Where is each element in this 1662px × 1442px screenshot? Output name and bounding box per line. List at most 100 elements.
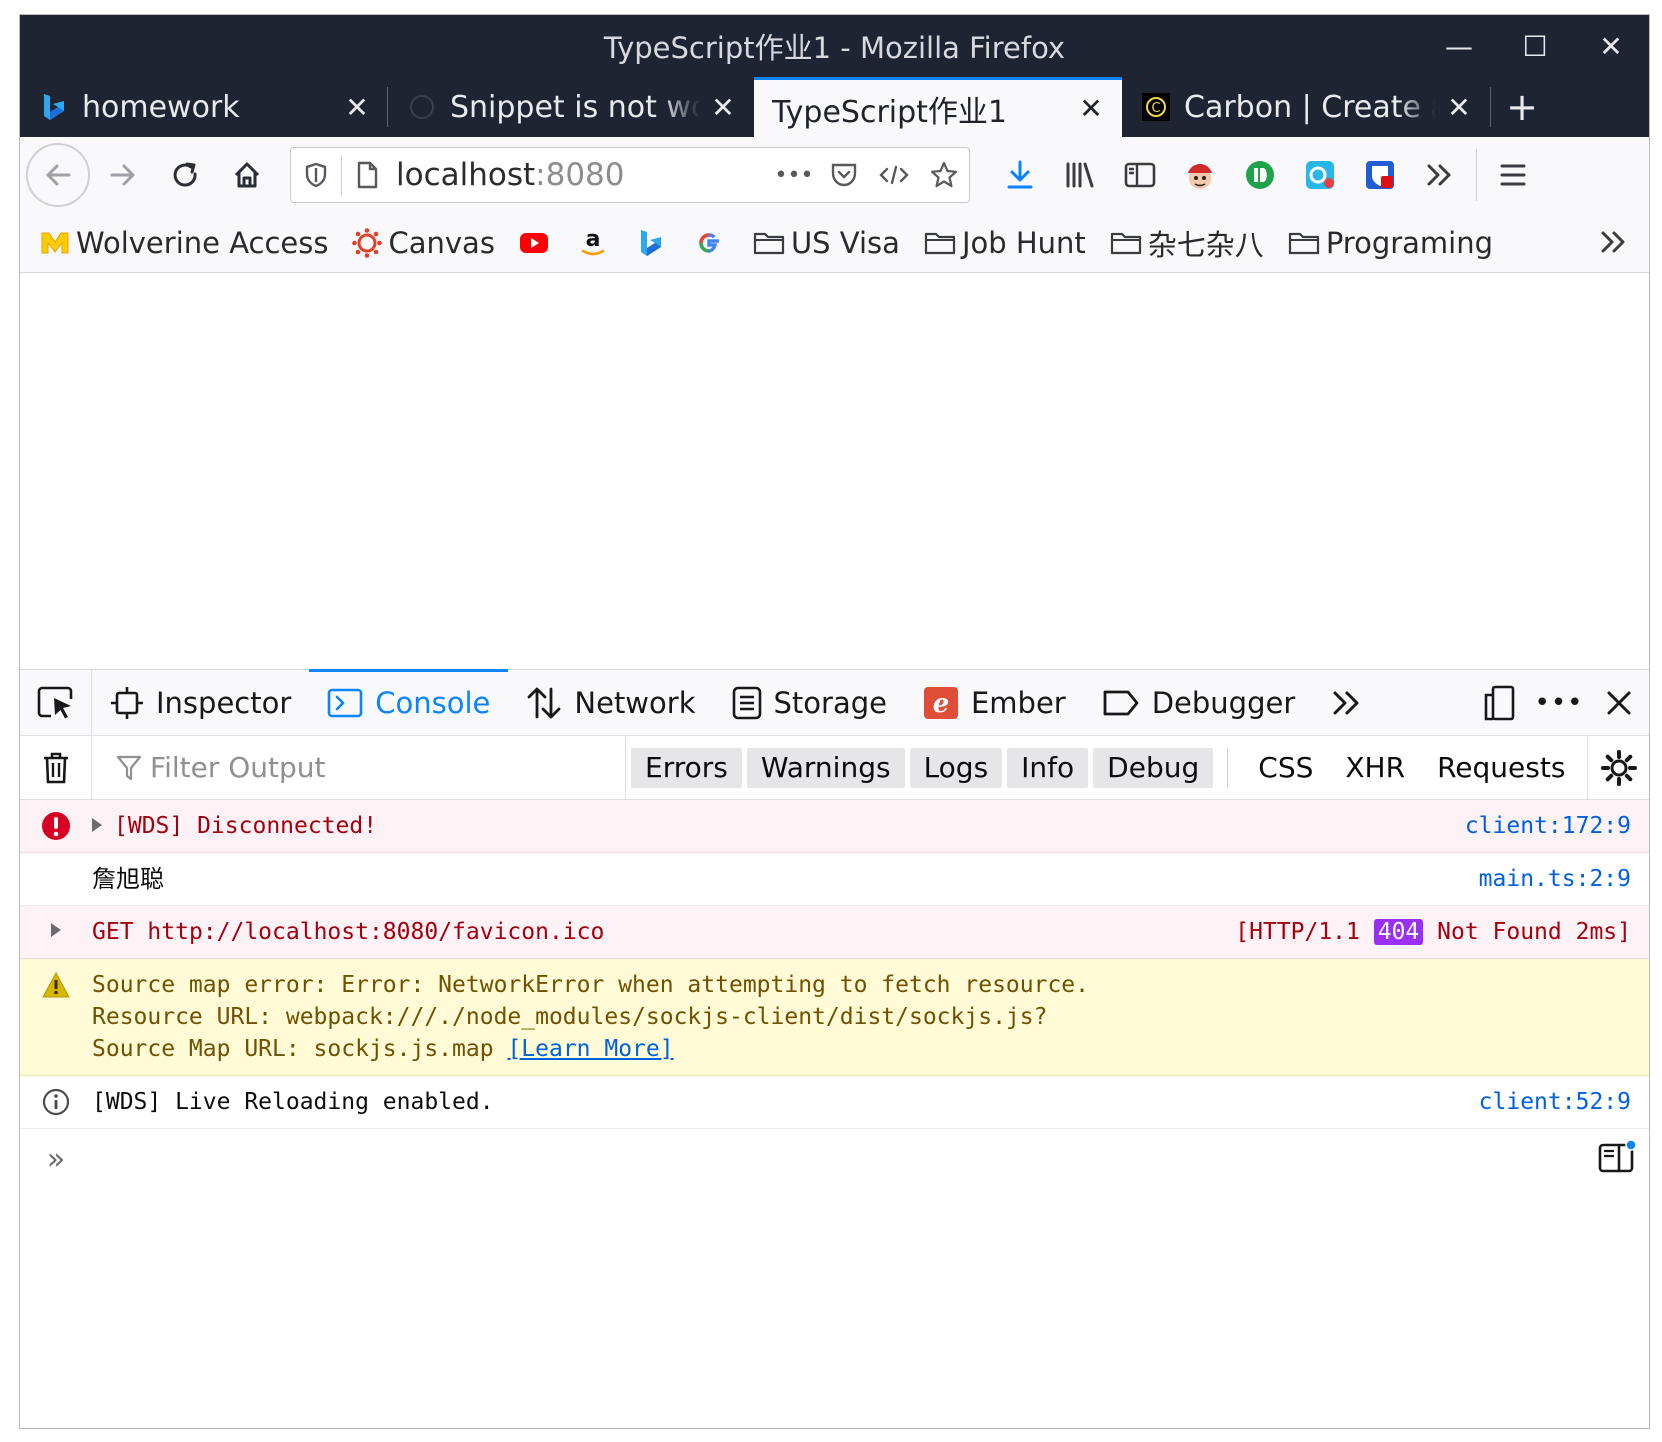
close-tab-icon[interactable]: ✕ bbox=[340, 91, 374, 124]
bookmark-label: US Visa bbox=[790, 225, 900, 260]
menu-hamburger-icon[interactable] bbox=[1483, 145, 1543, 205]
extension-green-icon[interactable] bbox=[1230, 145, 1290, 205]
console-message-network[interactable]: GET http://localhost:8080/favicon.ico [H… bbox=[20, 906, 1649, 959]
devtools-tab-bar: Inspector Console Network Storage e Embe… bbox=[20, 669, 1649, 736]
window-title: TypeScript作业1 - Mozilla Firefox bbox=[603, 31, 1066, 65]
home-icon bbox=[234, 162, 260, 188]
bookmarks-overflow-chevron-icon[interactable] bbox=[1599, 225, 1629, 263]
window-controls: — ☐ ✕ bbox=[1421, 15, 1649, 77]
bookmark-folder-us-visa[interactable]: US Visa bbox=[753, 226, 900, 260]
bing-icon bbox=[38, 91, 70, 123]
bookmark-youtube[interactable] bbox=[519, 232, 555, 254]
back-button[interactable] bbox=[26, 143, 90, 207]
close-tab-icon[interactable]: ✕ bbox=[1074, 92, 1108, 125]
devtools-panel: Inspector Console Network Storage e Embe… bbox=[20, 669, 1649, 1428]
request-url[interactable]: http://localhost:8080/favicon.ico bbox=[147, 919, 604, 945]
youtube-icon bbox=[519, 232, 549, 254]
tab-snippet[interactable]: Snippet is not working ✕ bbox=[388, 77, 754, 137]
devtools-more-tabs-chevron-icon[interactable] bbox=[1313, 670, 1381, 735]
filter-info-button[interactable]: Info bbox=[1007, 747, 1089, 788]
bookmark-label: Wolverine Access bbox=[76, 225, 329, 260]
console-settings-gear-icon[interactable] bbox=[1587, 736, 1649, 799]
extension-bitwarden-icon[interactable] bbox=[1350, 145, 1410, 205]
page-actions-icon[interactable]: ••• bbox=[769, 163, 819, 188]
tab-typescript[interactable]: TypeScript作业1 ✕ bbox=[754, 77, 1122, 137]
console-message-warning[interactable]: Source map error: Error: NetworkError wh… bbox=[20, 959, 1649, 1076]
console-sidebar-toggle-icon[interactable] bbox=[1597, 1139, 1637, 1179]
filter-warnings-button[interactable]: Warnings bbox=[746, 747, 905, 788]
close-window-button[interactable]: ✕ bbox=[1573, 15, 1649, 77]
console-input[interactable]: » bbox=[20, 1129, 1649, 1189]
bookmark-label: Canvas bbox=[388, 225, 495, 260]
tab-ember[interactable]: e Ember bbox=[905, 670, 1084, 735]
message-source-link[interactable]: client:172:9 bbox=[1465, 810, 1631, 842]
tab-label: TypeScript作业1 bbox=[772, 94, 1008, 130]
filter-errors-button[interactable]: Errors bbox=[631, 747, 742, 788]
responsive-design-icon[interactable] bbox=[1469, 673, 1529, 733]
forward-arrow-icon bbox=[110, 164, 135, 186]
url-text[interactable]: localhost:8080 bbox=[392, 157, 769, 193]
michigan-icon bbox=[40, 231, 70, 255]
overflow-chevron-icon[interactable] bbox=[1410, 145, 1470, 205]
downloads-icon[interactable] bbox=[990, 145, 1050, 205]
console-message-error[interactable]: [WDS] Disconnected! client:172:9 bbox=[20, 800, 1649, 853]
console-icon bbox=[327, 687, 363, 719]
expand-twisty-icon[interactable] bbox=[51, 923, 61, 937]
minimize-button[interactable]: — bbox=[1421, 15, 1497, 77]
console-message-info[interactable]: [WDS] Live Reloading enabled. client:52:… bbox=[20, 1076, 1649, 1129]
message-source-link[interactable]: client:52:9 bbox=[1479, 1086, 1631, 1118]
filter-xhr-button[interactable]: XHR bbox=[1329, 751, 1421, 784]
bookmark-canvas[interactable]: Canvas bbox=[352, 225, 495, 260]
new-tab-button[interactable]: + bbox=[1491, 77, 1553, 137]
extension-pirate-icon[interactable] bbox=[1170, 145, 1230, 205]
maximize-button[interactable]: ☐ bbox=[1497, 15, 1573, 77]
learn-more-link[interactable]: [Learn More] bbox=[507, 1036, 673, 1062]
reload-button[interactable] bbox=[154, 144, 216, 206]
home-button[interactable] bbox=[216, 144, 278, 206]
filter-css-button[interactable]: CSS bbox=[1242, 751, 1329, 784]
extension-translate-icon[interactable] bbox=[1290, 145, 1350, 205]
tab-console[interactable]: Console bbox=[309, 669, 509, 735]
filter-output-input[interactable]: Filter Output bbox=[92, 736, 626, 799]
reader-code-icon[interactable] bbox=[869, 165, 919, 185]
bookmark-amazon[interactable]: a bbox=[579, 228, 613, 258]
storage-icon bbox=[732, 686, 762, 720]
expand-twisty-icon[interactable] bbox=[92, 817, 102, 832]
bookmark-star-icon[interactable] bbox=[919, 160, 969, 190]
forward-button[interactable] bbox=[92, 144, 154, 206]
filter-debug-button[interactable]: Debug bbox=[1093, 747, 1214, 788]
tab-debugger[interactable]: Debugger bbox=[1084, 670, 1314, 735]
element-picker-icon[interactable] bbox=[20, 670, 92, 735]
console-message-log[interactable]: 詹旭聪 main.ts:2:9 bbox=[20, 853, 1649, 906]
bookmark-bing[interactable] bbox=[637, 228, 671, 258]
pocket-icon[interactable] bbox=[819, 162, 869, 188]
close-devtools-icon[interactable] bbox=[1589, 673, 1649, 733]
close-tab-icon[interactable]: ✕ bbox=[706, 91, 740, 124]
folder-icon bbox=[1110, 230, 1142, 256]
filter-logs-button[interactable]: Logs bbox=[909, 747, 1003, 788]
bookmark-folder-programing[interactable]: Programing bbox=[1288, 226, 1493, 260]
navigation-toolbar: localhost:8080 ••• bbox=[20, 137, 1649, 213]
library-icon[interactable] bbox=[1050, 145, 1110, 205]
page-info-icon[interactable] bbox=[342, 161, 392, 189]
bookmark-folder-job-hunt[interactable]: Job Hunt bbox=[924, 226, 1086, 260]
tab-inspector[interactable]: Inspector bbox=[92, 670, 309, 735]
message-source-link[interactable]: main.ts:2:9 bbox=[1479, 863, 1631, 895]
tab-carbon[interactable]: C Carbon | Create and share ✕ bbox=[1122, 77, 1490, 137]
clear-console-trash-icon[interactable] bbox=[20, 736, 92, 799]
sidebar-icon[interactable] bbox=[1110, 145, 1170, 205]
tab-homework[interactable]: homework ✕ bbox=[20, 77, 388, 137]
bookmark-wolverine-access[interactable]: Wolverine Access bbox=[40, 226, 328, 260]
request-method: GET bbox=[92, 919, 134, 945]
tab-network[interactable]: Network bbox=[508, 670, 713, 735]
close-tab-icon[interactable]: ✕ bbox=[1442, 91, 1476, 124]
carbon-icon: C bbox=[1140, 91, 1172, 123]
console-filter-bar: Filter Output Errors Warnings Logs Info … bbox=[20, 736, 1649, 800]
tab-storage[interactable]: Storage bbox=[714, 670, 905, 735]
url-bar[interactable]: localhost:8080 ••• bbox=[290, 147, 970, 203]
devtools-options-ellipsis-icon[interactable]: ••• bbox=[1529, 673, 1589, 733]
bookmark-google[interactable] bbox=[695, 229, 729, 257]
tracking-protection-shield-icon[interactable] bbox=[291, 162, 341, 188]
filter-requests-button[interactable]: Requests bbox=[1421, 751, 1581, 784]
bookmark-folder-misc[interactable]: 杂七杂八 bbox=[1110, 222, 1264, 264]
